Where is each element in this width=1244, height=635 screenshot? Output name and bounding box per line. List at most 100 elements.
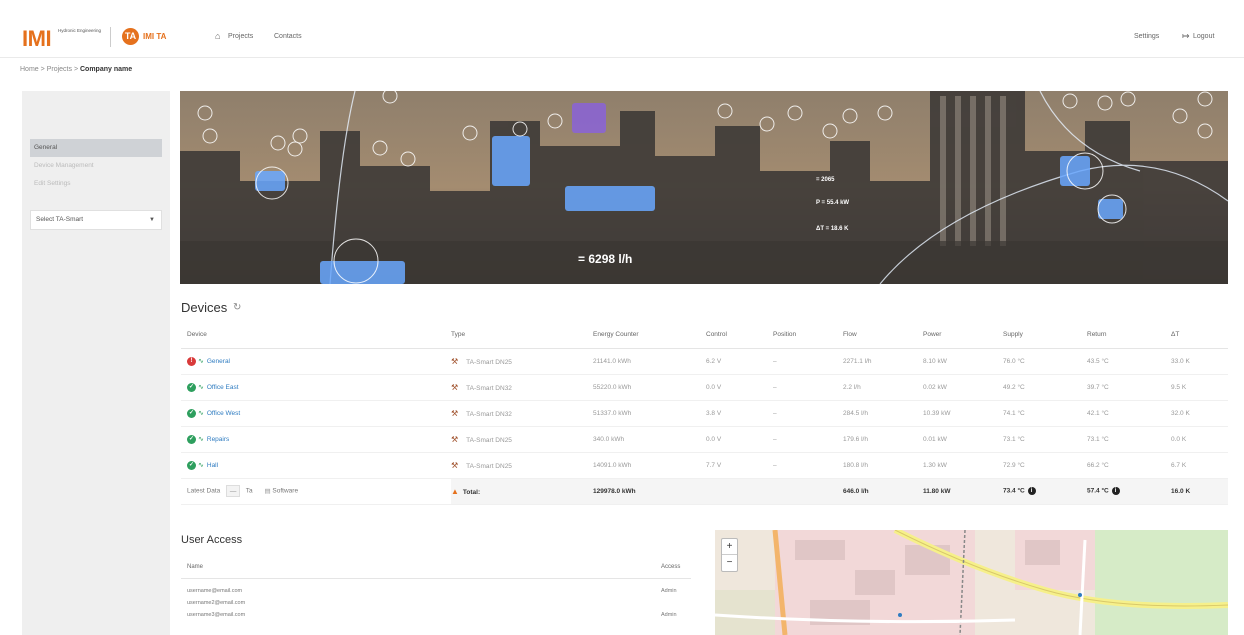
power-value: 10.39 kW bbox=[923, 400, 1003, 427]
valve-icon: ⚒ bbox=[451, 382, 459, 392]
col-header-delta-t[interactable]: ΔT bbox=[1171, 322, 1228, 349]
position-value: – bbox=[773, 348, 843, 375]
col-header-return[interactable]: Return bbox=[1087, 322, 1171, 349]
list-item[interactable]: username@email.com Admin bbox=[181, 588, 691, 600]
location-map[interactable]: + − bbox=[715, 530, 1228, 635]
user-email: username3@email.com bbox=[187, 612, 246, 618]
power-value: 0.02 kW bbox=[923, 374, 1003, 401]
device-name-link[interactable]: Office East bbox=[207, 384, 239, 391]
latest-data-toggle-button[interactable]: — bbox=[226, 485, 241, 497]
logout-icon[interactable]: ↦ bbox=[1182, 31, 1190, 42]
sidebar-item-edit-settings[interactable]: Edit Settings bbox=[30, 175, 162, 193]
control-value: 6.2 V bbox=[706, 348, 773, 375]
power-value: 8.10 kW bbox=[923, 348, 1003, 375]
logout-link[interactable]: Logout bbox=[1193, 33, 1214, 40]
table-row[interactable]: ✓ ∿ Office East ⚒ TA-Smart DN32 55220.0 kWh… bbox=[181, 374, 1228, 401]
table-row[interactable]: ✓ ∿ Office West ⚒ TA-Smart DN32 51337.0 kWh… bbox=[181, 400, 1228, 427]
error-status-icon: ! bbox=[187, 356, 196, 366]
energy-value: 14091.0 kWh bbox=[593, 452, 706, 479]
energy-value: 51337.0 kWh bbox=[593, 400, 706, 427]
software-icon: ▤ bbox=[264, 487, 271, 495]
zoom-out-button[interactable]: − bbox=[722, 555, 737, 571]
ok-status-icon: ✓ bbox=[187, 460, 196, 470]
control-value: 0.0 V bbox=[706, 426, 773, 453]
breadcrumb-home[interactable]: Home bbox=[20, 66, 39, 73]
position-value: – bbox=[773, 400, 843, 427]
device-name-link[interactable]: Office West bbox=[207, 410, 240, 417]
logo-divider bbox=[110, 27, 111, 47]
nav-projects-link[interactable]: Projects bbox=[228, 33, 253, 40]
flow-icon: ∿ bbox=[198, 435, 204, 443]
info-icon[interactable]: i bbox=[1027, 487, 1036, 495]
delta-t-value: 9.5 K bbox=[1171, 374, 1228, 401]
col-header-control[interactable]: Control bbox=[706, 322, 773, 349]
col-header-device[interactable]: Device bbox=[181, 322, 451, 349]
supply-value: 74.1 °C bbox=[1003, 400, 1087, 427]
device-name-link[interactable]: General bbox=[207, 358, 230, 365]
ta-toggle-label[interactable]: Ta bbox=[246, 488, 253, 495]
ok-status-icon: ✓ bbox=[187, 408, 196, 418]
return-value: 73.1 °C bbox=[1087, 426, 1171, 453]
delta-t-value: 6.7 K bbox=[1171, 452, 1228, 479]
home-icon[interactable]: ⌂ bbox=[215, 31, 220, 41]
top-navbar: IMI Hydronic Engineering TA IMI TA ⌂ Pro… bbox=[0, 0, 1244, 58]
sidebar-item-general[interactable]: General bbox=[30, 139, 162, 157]
refresh-icon[interactable]: ↻ bbox=[233, 302, 241, 313]
col-header-energy-counter[interactable]: Energy Counter bbox=[593, 322, 706, 349]
hero-readout-2: P = 55.4 kW bbox=[816, 200, 849, 206]
sidebar-item-device-management[interactable]: Device Management bbox=[30, 157, 162, 175]
list-item[interactable]: username3@email.com Admin bbox=[181, 612, 691, 624]
ta-logo-text[interactable]: IMI TA bbox=[143, 32, 166, 41]
zoom-in-button[interactable]: + bbox=[722, 539, 737, 555]
info-icon[interactable]: i bbox=[1111, 487, 1120, 495]
valve-icon: ⚒ bbox=[451, 434, 459, 444]
list-item[interactable]: username2@email.com bbox=[181, 600, 691, 612]
device-name-link[interactable]: Hall bbox=[207, 462, 218, 469]
col-header-supply[interactable]: Supply bbox=[1003, 322, 1087, 349]
supply-value: 72.9 °C bbox=[1003, 452, 1087, 479]
col-header-type[interactable]: Type bbox=[451, 322, 593, 349]
chevron-down-icon: ▼ bbox=[149, 217, 155, 223]
position-value: – bbox=[773, 426, 843, 453]
ta-logo-icon: TA bbox=[122, 28, 139, 45]
imi-logo-subtitle: Hydronic Engineering bbox=[58, 28, 102, 33]
supply-value: 49.2 °C bbox=[1003, 374, 1087, 401]
breadcrumb: Home > Projects > Company name bbox=[20, 66, 132, 73]
nav-contacts-link[interactable]: Contacts bbox=[274, 33, 302, 40]
ok-status-icon: ✓ bbox=[187, 434, 196, 444]
flow-icon: ∿ bbox=[198, 383, 204, 391]
imi-logo[interactable]: IMI bbox=[22, 26, 52, 52]
delta-t-value: 0.0 K bbox=[1171, 426, 1228, 453]
ta-smart-select-value: Select TA-Smart bbox=[36, 216, 84, 223]
table-row[interactable]: ✓ ∿ Repairs ⚒ TA-Smart DN25 340.0 kWh 0.0 V… bbox=[181, 426, 1228, 453]
position-value: – bbox=[773, 452, 843, 479]
settings-link[interactable]: Settings bbox=[1134, 33, 1159, 40]
device-type: TA-Smart DN25 bbox=[466, 436, 512, 444]
table-row[interactable]: ! ∿ General ⚒ TA-Smart DN25 21141.0 kWh 6.2… bbox=[181, 348, 1228, 375]
software-link[interactable]: Software bbox=[272, 488, 298, 495]
total-flow: 646.0 l/h bbox=[843, 478, 923, 505]
control-value: 7.7 V bbox=[706, 452, 773, 479]
total-energy: 129978.0 kWh bbox=[593, 478, 706, 505]
flow-icon: ∿ bbox=[198, 461, 204, 469]
ok-status-icon: ✓ bbox=[187, 382, 196, 392]
ta-smart-select[interactable]: Select TA-Smart ▼ bbox=[30, 210, 162, 230]
user-access-table: Name Access username@email.com Admin use… bbox=[181, 557, 691, 624]
col-header-power[interactable]: Power bbox=[923, 322, 1003, 349]
col-header-name[interactable]: Name bbox=[187, 564, 203, 570]
flow-icon: ∿ bbox=[198, 357, 204, 365]
col-header-position[interactable]: Position bbox=[773, 322, 843, 349]
table-row[interactable]: ✓ ∿ Hall ⚒ TA-Smart DN25 14091.0 kWh 7.7 V … bbox=[181, 452, 1228, 479]
flow-value: 284.5 l/h bbox=[843, 400, 923, 427]
hero-readout-3: ΔT = 18.6 K bbox=[816, 226, 849, 232]
col-header-access[interactable]: Access bbox=[661, 564, 680, 570]
breadcrumb-projects[interactable]: Projects bbox=[47, 66, 72, 73]
device-name-link[interactable]: Repairs bbox=[207, 436, 229, 443]
user-access-header: Name Access bbox=[181, 557, 691, 579]
hero-readout-1: = 2065 bbox=[816, 177, 835, 183]
hero-flow-readout: = 6298 l/h bbox=[578, 252, 632, 266]
user-access-level: Admin bbox=[661, 588, 677, 594]
power-value: 0.01 kW bbox=[923, 426, 1003, 453]
col-header-flow[interactable]: Flow bbox=[843, 322, 923, 349]
position-value: – bbox=[773, 374, 843, 401]
